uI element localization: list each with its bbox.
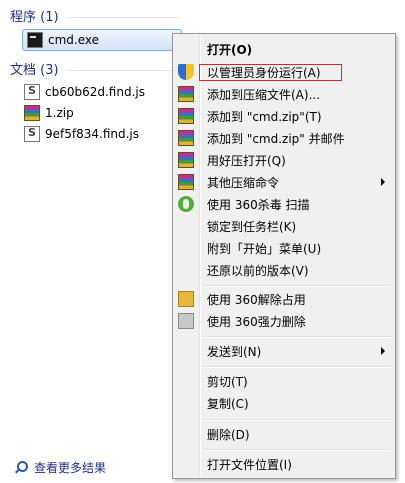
result-item-cmd[interactable]: cmd.exe <box>22 29 182 51</box>
result-item-doc-1[interactable]: cb60b62d.find.js <box>24 82 145 102</box>
documents-group-header: 文档 (3) <box>10 57 180 79</box>
result-item-label: cmd.exe <box>48 33 100 47</box>
menu-separator <box>203 419 391 421</box>
uac-shield-icon <box>178 64 194 80</box>
menu-item-label: 使用 360解除占用 <box>207 293 306 307</box>
menu-item-360-force-delete[interactable]: 使用 360强力删除 <box>173 310 395 332</box>
menu-separator <box>203 336 391 338</box>
submenu-arrow-icon <box>381 347 385 355</box>
menu-item-open[interactable]: 打开(O) <box>173 38 395 60</box>
360-unlock-icon <box>178 291 194 307</box>
menu-item-open-file-location[interactable]: 打开文件位置(I) <box>173 453 395 475</box>
menu-item-pin-to-taskbar[interactable]: 锁定到任务栏(K) <box>173 215 395 237</box>
cmd-icon <box>27 32 43 48</box>
menu-item-label: 添加到 "cmd.zip"(T) <box>207 110 322 124</box>
menu-item-delete[interactable]: 删除(D) <box>173 423 395 445</box>
menu-item-cut[interactable]: 剪切(T) <box>173 370 395 392</box>
result-item-doc-2[interactable]: 1.zip <box>24 103 74 123</box>
menu-item-label: 用好压打开(Q) <box>207 154 286 168</box>
menu-item-label: 发送到(N) <box>207 345 262 359</box>
programs-group-header: 程序 (1) <box>10 4 180 26</box>
menu-item-label: 剪切(T) <box>207 375 248 389</box>
red-highlight-box <box>199 64 342 81</box>
360-shred-icon <box>178 313 194 329</box>
script-file-icon <box>24 126 40 142</box>
result-item-label: cb60b62d.find.js <box>45 85 145 99</box>
menu-item-label: 附到「开始」菜单(U) <box>207 242 322 256</box>
winrar-icon <box>178 108 194 124</box>
documents-group-title: 文档 (3) <box>10 62 59 78</box>
menu-separator <box>203 366 391 368</box>
menu-item-label: 打开(O) <box>207 43 253 57</box>
archive-icon <box>24 105 40 121</box>
menu-item-restore-previous-versions[interactable]: 还原以前的版本(V) <box>173 259 395 281</box>
menu-item-open-with-haozip[interactable]: 用好压打开(Q) <box>173 149 395 171</box>
programs-group-title: 程序 (1) <box>10 9 59 25</box>
menu-item-add-and-email[interactable]: 添加到 "cmd.zip" 并邮件 <box>173 127 395 149</box>
menu-item-label: 使用 360杀毒 扫描 <box>207 198 310 212</box>
menu-item-copy[interactable]: 复制(C) <box>173 392 395 414</box>
menu-item-360-unlock[interactable]: 使用 360解除占用 <box>173 288 395 310</box>
menu-item-pin-to-start[interactable]: 附到「开始」菜单(U) <box>173 237 395 259</box>
result-item-label: 9ef5f834.find.js <box>45 127 140 141</box>
menu-item-label: 还原以前的版本(V) <box>207 264 309 278</box>
menu-item-label: 打开文件位置(I) <box>207 458 292 472</box>
menu-item-add-to-cmd-zip[interactable]: 添加到 "cmd.zip"(T) <box>173 105 395 127</box>
menu-item-add-to-archive[interactable]: 添加到压缩文件(A)... <box>173 83 395 105</box>
menu-separator <box>203 449 391 451</box>
winrar-icon <box>178 130 194 146</box>
menu-item-label: 复制(C) <box>207 397 249 411</box>
submenu-arrow-icon <box>381 178 385 186</box>
see-more-results-link[interactable]: 查看更多结果 <box>14 459 106 476</box>
menu-separator <box>203 285 391 287</box>
menu-item-label: 删除(D) <box>207 428 250 442</box>
result-item-doc-3[interactable]: 9ef5f834.find.js <box>24 124 139 144</box>
group-divider <box>66 69 180 71</box>
script-file-icon <box>24 84 40 100</box>
menu-item-360-scan[interactable]: 使用 360杀毒 扫描 <box>173 193 395 215</box>
menu-item-label: 添加到压缩文件(A)... <box>207 88 321 102</box>
winrar-icon <box>178 152 194 168</box>
menu-item-label: 其他压缩命令 <box>207 176 280 190</box>
360-antivirus-icon <box>178 196 194 212</box>
result-item-label: 1.zip <box>45 106 74 120</box>
search-icon <box>14 460 28 475</box>
group-divider <box>66 16 180 18</box>
winrar-icon <box>178 86 194 102</box>
menu-item-label: 锁定到任务栏(K) <box>207 220 297 234</box>
see-more-results-label: 查看更多结果 <box>34 461 107 475</box>
menu-item-label: 使用 360强力删除 <box>207 315 306 329</box>
menu-item-label: 添加到 "cmd.zip" 并邮件 <box>207 132 345 146</box>
menu-item-send-to[interactable]: 发送到(N) <box>173 340 395 362</box>
context-menu: 打开(O) 以管理员身份运行(A) 添加到压缩文件(A)... 添加到 "cmd… <box>172 33 396 479</box>
winrar-icon <box>178 174 194 190</box>
menu-item-other-compress-commands[interactable]: 其他压缩命令 <box>173 171 395 193</box>
